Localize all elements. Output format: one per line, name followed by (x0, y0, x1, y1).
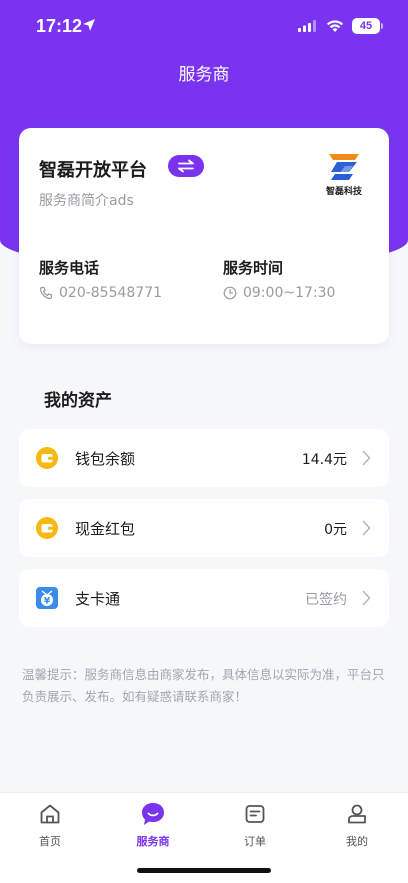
signal-icon (298, 20, 316, 32)
asset-label: 钱包余额 (75, 450, 136, 468)
wallet-icon (36, 517, 58, 539)
tab-label: 服务商 (136, 835, 170, 848)
yuan-card-icon: ¥ (36, 587, 58, 609)
phone-value: 020-85548771 (59, 285, 163, 301)
tab-orders[interactable]: 订单 (215, 801, 295, 851)
status-bar: 17:12 45 (0, 0, 408, 56)
asset-label: 支卡通 (75, 590, 121, 608)
battery-nub (381, 23, 383, 29)
home-indicator (137, 868, 271, 873)
tab-label: 首页 (39, 835, 61, 848)
hours-value: 09:00~17:30 (243, 285, 336, 301)
provider-card: 智磊开放平台 服务商简介ads 智磊科技 服务电话 020-85548771 服… (19, 128, 389, 344)
asset-value: 14.4元 (301, 452, 347, 468)
provider-logo: 智磊科技 (319, 152, 369, 202)
page-title: 服务商 (178, 65, 230, 85)
assets-section-title: 我的资产 (44, 391, 112, 411)
hours-label: 服务时间 (223, 259, 284, 277)
tab-label: 我的 (346, 835, 368, 848)
provider-description: 服务商简介ads (39, 193, 134, 209)
wallet-icon (36, 447, 58, 469)
chevron-right-icon (362, 590, 371, 606)
asset-value: 已签约 (305, 592, 347, 608)
swap-arrows-icon (178, 159, 194, 173)
clock-icon (223, 286, 237, 300)
phone-value-row[interactable]: 020-85548771 (39, 285, 162, 301)
phone-label: 服务电话 (39, 259, 100, 277)
chat-bubble-icon (142, 803, 164, 825)
tab-profile[interactable]: 我的 (317, 801, 397, 851)
asset-value: 0元 (324, 522, 347, 538)
tab-label: 订单 (244, 835, 266, 848)
phone-icon (39, 286, 53, 300)
wifi-icon (327, 20, 343, 32)
provider-name: 智磊开放平台 (39, 160, 147, 181)
tab-service-provider[interactable]: 服务商 (113, 801, 193, 851)
provider-logo-text: 智磊科技 (325, 187, 362, 197)
home-icon (40, 804, 60, 824)
battery-indicator: 45 (352, 18, 380, 34)
chevron-right-icon (362, 520, 371, 536)
hours-value-row: 09:00~17:30 (223, 285, 335, 301)
svg-text:¥: ¥ (44, 597, 51, 607)
provider-logo-mark (329, 154, 359, 180)
asset-label: 现金红包 (75, 520, 136, 538)
asset-row-zhikatong[interactable]: ¥ 支卡通 已签约 (19, 569, 389, 627)
asset-row-cash-red-packet[interactable]: 现金红包 0元 (19, 499, 389, 557)
user-icon (348, 804, 366, 824)
switch-provider-button[interactable] (168, 155, 204, 177)
status-time: 17:12 (36, 16, 83, 36)
chevron-right-icon (362, 450, 371, 466)
notice-text: 温馨提示：服务商信息由商家发布，具体信息以实际为准，平台只负责展示、发布。如有疑… (22, 667, 385, 704)
asset-row-wallet-balance[interactable]: 钱包余额 14.4元 (19, 429, 389, 487)
tab-home[interactable]: 首页 (10, 801, 90, 851)
order-icon (245, 805, 265, 823)
location-arrow-icon (83, 19, 95, 31)
